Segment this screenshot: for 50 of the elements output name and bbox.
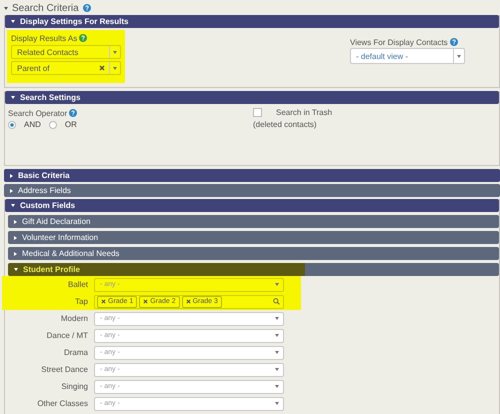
caret-icon bbox=[113, 66, 117, 70]
remove-icon[interactable] bbox=[101, 299, 106, 304]
select-field[interactable]: Related Contacts bbox=[11, 45, 121, 59]
panel-header[interactable]: Gift Aid Declaration bbox=[8, 215, 499, 228]
help-icon[interactable] bbox=[82, 4, 91, 12]
select-field[interactable]: Parent of bbox=[11, 61, 121, 75]
caret-icon bbox=[275, 368, 279, 371]
field-label: Tap bbox=[74, 297, 89, 306]
field-label: Modern bbox=[60, 314, 89, 323]
radio-button[interactable] bbox=[48, 120, 57, 128]
panel-header[interactable]: Display Settings For Results bbox=[5, 15, 499, 28]
search-icon bbox=[273, 298, 280, 305]
panel-header[interactable]: Basic Criteria bbox=[4, 169, 500, 182]
remove-icon[interactable] bbox=[186, 299, 191, 304]
help-icon[interactable] bbox=[79, 34, 88, 42]
field-label: Dance / MT bbox=[46, 331, 89, 340]
help-icon[interactable] bbox=[450, 38, 458, 46]
caret-icon bbox=[275, 283, 279, 286]
caret-icon bbox=[113, 50, 117, 54]
radio-label[interactable]: AND bbox=[24, 120, 41, 129]
help-icon[interactable] bbox=[69, 109, 78, 117]
field-label: Other Classes bbox=[36, 399, 89, 408]
caret-icon bbox=[275, 334, 279, 337]
panel-header[interactable]: Address Fields bbox=[4, 184, 500, 197]
panel-header[interactable]: Medical & Additional Needs bbox=[8, 247, 499, 260]
radio-button[interactable] bbox=[8, 120, 16, 128]
panel-header[interactable]: Custom Fields bbox=[5, 199, 499, 212]
radio-label[interactable]: OR bbox=[64, 120, 77, 129]
caret-icon bbox=[275, 402, 279, 405]
caret-icon bbox=[275, 317, 279, 320]
field-label: Search Operator bbox=[8, 108, 68, 118]
caret-icon bbox=[457, 54, 461, 58]
field-label: Display Results As bbox=[11, 34, 78, 42]
checkbox[interactable] bbox=[253, 108, 262, 117]
field-label: Street Dance bbox=[40, 365, 89, 374]
panel-header[interactable]: Volunteer Information bbox=[8, 231, 499, 244]
caret-icon bbox=[275, 385, 279, 388]
field-label: Singing bbox=[60, 382, 89, 391]
panel-header[interactable]: Student Profile bbox=[8, 263, 499, 276]
clear-icon[interactable] bbox=[99, 65, 105, 71]
field-label: Views For Display Contacts bbox=[350, 38, 448, 46]
remove-icon[interactable] bbox=[143, 299, 148, 304]
field-label: Drama bbox=[62, 348, 89, 357]
caret-icon bbox=[275, 351, 279, 354]
select-field[interactable]: - default view - bbox=[350, 48, 465, 64]
checkbox-note: (deleted contacts) bbox=[253, 120, 318, 129]
checkbox-label[interactable]: Search in Trash bbox=[276, 108, 332, 117]
section-title[interactable]: Search Criteria bbox=[12, 2, 79, 14]
field-label: Ballet bbox=[66, 280, 89, 289]
panel-header[interactable]: Search Settings bbox=[5, 91, 499, 104]
